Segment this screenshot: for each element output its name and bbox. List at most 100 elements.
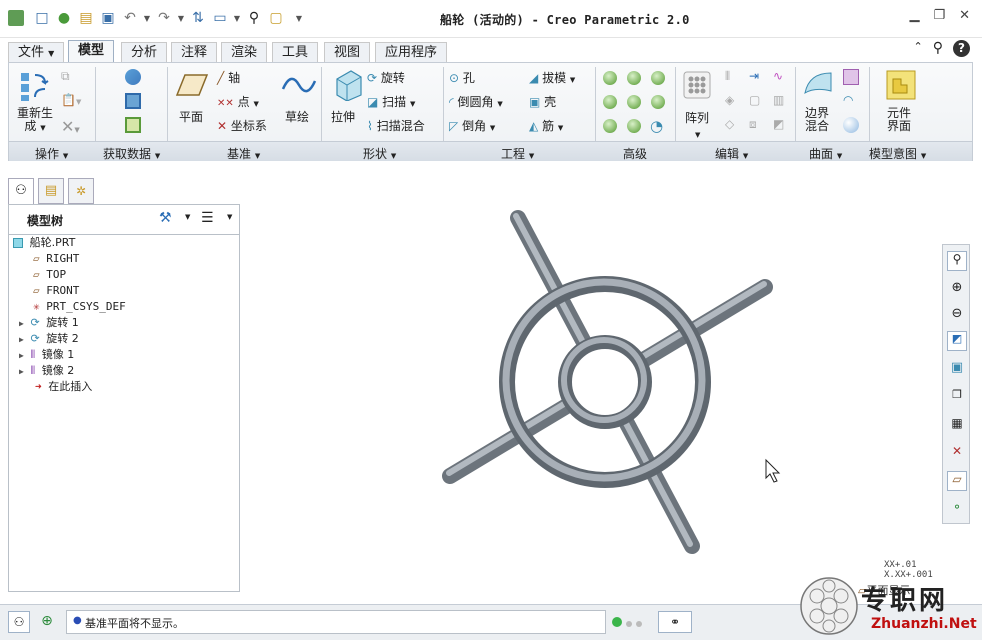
redo-icon[interactable]: ↷ (154, 8, 174, 28)
new-file-icon[interactable]: □ (32, 8, 52, 28)
advanced-feature-icon[interactable] (627, 95, 641, 109)
hole-button[interactable]: ⊙ 孔 (449, 69, 475, 86)
tree-item-revolve-1[interactable]: ▶ ⟳ 旋转 1 (19, 315, 79, 331)
sketch-icon[interactable] (281, 71, 317, 105)
search-icon[interactable]: ⚲ (933, 40, 943, 57)
windows-icon[interactable]: ▭ (210, 8, 230, 28)
group-model-intent[interactable]: 模型意图 ▼ (869, 145, 926, 162)
zoom-out-icon[interactable]: ⊖ (947, 305, 967, 325)
close-icon[interactable]: ✕ (959, 8, 970, 23)
tab-view[interactable]: 视图 (324, 42, 371, 62)
favorites-tab[interactable]: ✲ (68, 178, 94, 204)
advanced-feature-icon[interactable] (651, 71, 665, 85)
round-button[interactable]: ◜ 倒圆角 ▼ (449, 93, 503, 110)
datum-display-icon[interactable]: ✕ (947, 443, 967, 463)
advanced-feature-icon[interactable] (651, 95, 665, 109)
boundary-blend-icon[interactable] (801, 69, 837, 103)
pattern-icon[interactable] (681, 69, 717, 103)
style-icon[interactable]: ◠ (843, 93, 853, 107)
group-shapes[interactable]: 形状 ▼ (363, 145, 396, 162)
regenerate-icon[interactable]: ⇅ (188, 8, 208, 28)
tree-item-right[interactable]: ▱ RIGHT (33, 251, 79, 267)
swept-blend-button[interactable]: ⌇ 扫描混合 (367, 117, 425, 134)
fill-icon[interactable] (843, 69, 862, 85)
expand-icon[interactable]: ▶ (19, 319, 24, 328)
tree-item-mirror-2[interactable]: ▶ ⫴ 镜像 2 (19, 363, 74, 379)
component-interface-button[interactable]: 元件 界面 (887, 107, 911, 133)
trim-icon[interactable]: ◇ (725, 117, 734, 131)
regenerate-button[interactable]: 重新生 成 ▼ (15, 107, 55, 135)
tab-file[interactable]: 文件 ▼ (8, 42, 65, 62)
tree-item-front[interactable]: ▱ FRONT (33, 283, 79, 299)
tab-annotate[interactable]: 注释 (171, 42, 218, 62)
help-icon[interactable]: ? (953, 40, 970, 57)
spin-center-icon[interactable]: ⚬ (947, 499, 967, 519)
tree-item-part[interactable]: 船轮.PRT (13, 235, 75, 251)
tab-analysis[interactable]: 分析 (121, 42, 168, 62)
shell-button[interactable]: ▣ 壳 (529, 93, 556, 110)
tab-render[interactable]: 渲染 (221, 42, 268, 62)
csys-button[interactable]: ✕ 坐标系 (217, 117, 267, 134)
graphics-window[interactable] (250, 170, 930, 590)
view-manager-icon[interactable]: ▦ (947, 415, 967, 435)
copy-icon[interactable]: ⧉ (61, 69, 70, 84)
delete-icon[interactable]: ✕▼ (61, 117, 80, 136)
plane-display-icon[interactable]: ▱ (947, 471, 967, 491)
saved-orientations-icon[interactable]: ❐ (947, 387, 967, 407)
chamfer-button[interactable]: ◸ 倒角 ▼ (449, 117, 495, 134)
extrude-icon[interactable] (329, 69, 365, 103)
tab-applications[interactable]: 应用程序 (375, 42, 448, 62)
collapse-ribbon-icon[interactable]: ⌃ (914, 40, 923, 57)
paste-icon[interactable]: 📋▼ (61, 93, 81, 107)
close-window-icon[interactable]: ▢ (266, 8, 286, 28)
tree-item-insert-here[interactable]: ➜ 在此插入 (35, 379, 92, 395)
open-session-icon[interactable]: ● (54, 8, 74, 28)
group-engineering[interactable]: 工程 ▼ (501, 145, 534, 162)
browser-icon[interactable]: ⊕ (36, 611, 58, 633)
intersect-icon[interactable]: ⧈ (749, 117, 757, 132)
plane-button[interactable]: 平面 (179, 108, 203, 125)
minimize-icon[interactable]: ▁ (909, 8, 919, 23)
model-tree-tab[interactable]: ⚇ (8, 178, 34, 205)
tree-settings-icon[interactable]: ⚒ (159, 210, 172, 226)
regenerate-icon[interactable] (17, 69, 53, 103)
expand-icon[interactable]: ▶ (19, 367, 24, 376)
merge-icon[interactable]: ◈ (725, 93, 734, 107)
mirror-icon[interactable]: ⫴ (725, 69, 730, 84)
group-editing[interactable]: 编辑 ▼ (715, 145, 748, 162)
tree-item-mirror-1[interactable]: ▶ ⫴ 镜像 1 (19, 347, 74, 363)
pattern-button[interactable]: 阵列 ▼ (685, 109, 709, 140)
app-icon[interactable] (8, 10, 24, 26)
component-interface-icon[interactable] (885, 69, 921, 103)
open-folder-icon[interactable]: ▤ (76, 8, 96, 28)
display-style-icon[interactable]: ▣ (947, 359, 967, 379)
tree-item-top[interactable]: ▱ TOP (33, 267, 66, 283)
zoom-in-icon[interactable]: ⊕ (947, 279, 967, 299)
boundary-blend-button[interactable]: 边界 混合 (805, 107, 829, 133)
advanced-feature-icon[interactable] (603, 95, 617, 109)
axis-button[interactable]: ╱ 轴 (217, 69, 240, 86)
tree-item-revolve-2[interactable]: ▶ ⟳ 旋转 2 (19, 331, 79, 347)
save-icon[interactable]: ▣ (98, 8, 118, 28)
customize-toolbar-icon[interactable]: ▼ (294, 8, 304, 28)
shrinkwrap-icon[interactable] (125, 117, 144, 133)
tab-model[interactable]: 模型 (68, 40, 115, 63)
project-icon[interactable]: ∿ (773, 69, 783, 83)
advanced-feature-icon[interactable] (627, 71, 641, 85)
group-get-data[interactable]: 获取数据 ▼ (103, 145, 160, 162)
revolve-button[interactable]: ⟳ 旋转 (367, 69, 405, 86)
copy-geometry-icon[interactable] (125, 93, 144, 109)
freestyle-icon[interactable] (843, 117, 862, 133)
user-defined-feature-icon[interactable] (125, 69, 144, 85)
group-operations[interactable]: 操作 ▼ (35, 145, 68, 162)
folder-browser-tab[interactable]: ▤ (38, 178, 64, 204)
refit-icon[interactable]: ⚲ (947, 251, 967, 271)
expand-icon[interactable]: ▶ (19, 351, 24, 360)
chevron-down-icon[interactable]: ▼ (227, 213, 232, 221)
show-columns-icon[interactable]: ☰ (201, 210, 214, 226)
draft-button[interactable]: ◢ 拔模 ▼ (529, 69, 575, 86)
undo-icon[interactable]: ↶ (120, 8, 140, 28)
extrude-button[interactable]: 拉伸 (331, 108, 355, 125)
search-icon[interactable]: ⚲ (244, 8, 264, 28)
plane-icon[interactable] (175, 71, 211, 105)
